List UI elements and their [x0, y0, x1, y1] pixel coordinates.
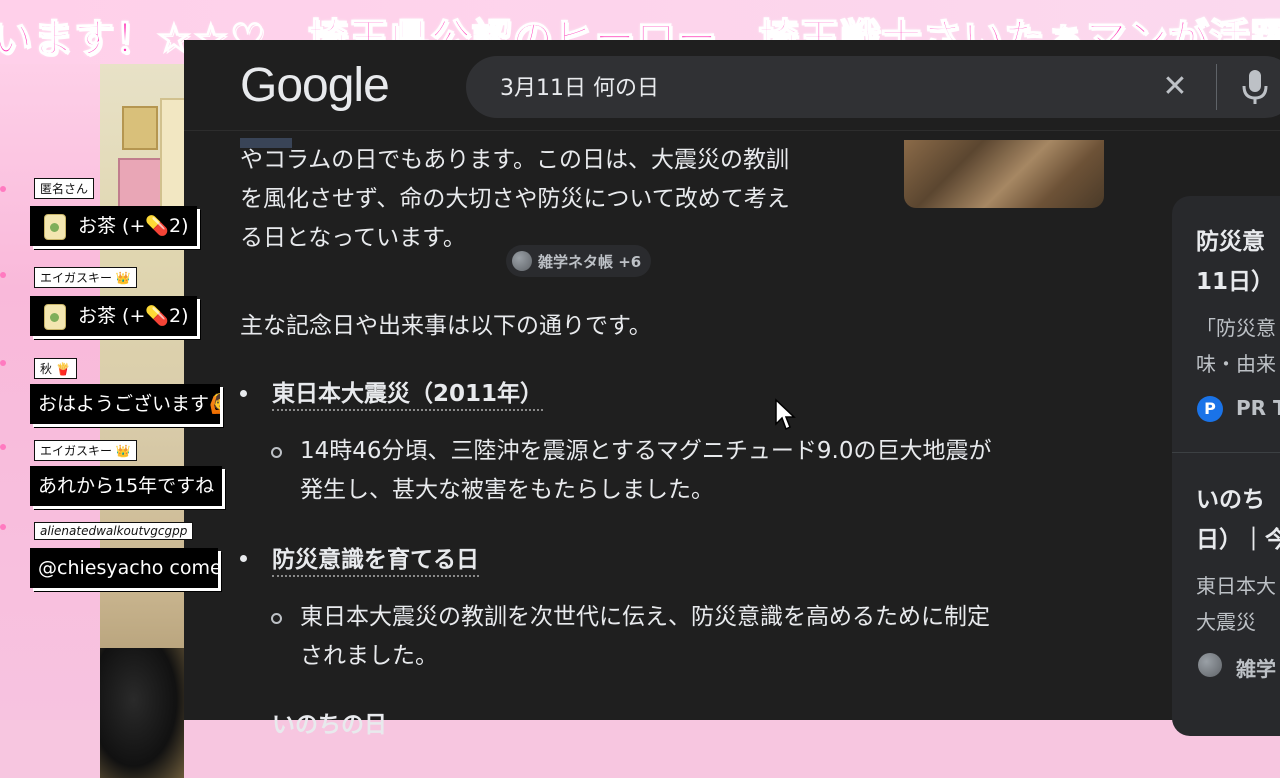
sub-line: 14時46分頃、三陸沖を震源とするマグニチュード9.0の巨大地震が [300, 438, 992, 464]
wall-poster [118, 158, 162, 210]
chat-username: エイガスキー 👑 [34, 267, 137, 288]
result-title[interactable]: 日）｜今 [1196, 520, 1280, 554]
chat-message: おはようございます🙆 [30, 384, 220, 424]
chat-message: あれから15年ですね [30, 466, 223, 506]
globe-icon [1198, 653, 1222, 677]
sub-bullet-text: 14時46分頃、三陸沖を震源とするマグニチュード9.0の巨大地震が 発生し、甚大… [300, 432, 1100, 510]
sub-bullet-icon [271, 447, 282, 458]
result-title[interactable]: いのち [1196, 480, 1265, 514]
chat-message-text: お茶 (+💊2) [78, 215, 189, 237]
wall-poster [160, 98, 186, 222]
google-logo[interactable]: Google [240, 58, 390, 113]
sub-line: されました。 [300, 643, 438, 669]
source-chip[interactable]: 雑学ネタ帳 +6 [506, 245, 652, 277]
paragraph-line: を風化させず、命の大切さや防災について改めて考え [240, 186, 790, 212]
bullet-title[interactable]: 東日本大震災（2011年） [272, 374, 544, 411]
mouse-cursor-icon [775, 398, 796, 431]
close-icon[interactable]: ✕ [1158, 70, 1192, 104]
chat-message: @chiesyacho come [30, 548, 218, 588]
result-source: PR T [1236, 396, 1280, 420]
wall-poster [122, 106, 158, 150]
chat-message-text: お茶 (+💊2) [78, 305, 189, 327]
chat-message: お茶 (+💊2) [30, 206, 197, 246]
mic-icon[interactable] [1240, 68, 1270, 106]
bullet-icon [240, 555, 247, 562]
search-input[interactable]: 3月11日 何の日 [500, 70, 659, 102]
guitar-image [100, 648, 184, 778]
sub-line: 東日本大震災の教訓を次世代に伝え、防災意識を高めるために制定 [300, 604, 990, 630]
result-snippet: 味・由来 [1196, 352, 1276, 376]
bullet-title[interactable]: いのちの日 [272, 705, 387, 740]
intro-text: 主な記念日や出来事は以下の通りです。 [240, 313, 652, 339]
chat-message: お茶 (+💊2) [30, 296, 197, 336]
tea-icon [44, 304, 66, 330]
chat-marker [0, 524, 6, 530]
result-snippet: 「防災意 [1196, 316, 1276, 340]
paragraph-line: やコラムの日でもあります。この日は、大震災の教訓 [240, 147, 790, 173]
result-thumbnail[interactable] [904, 140, 1104, 208]
globe-icon [512, 251, 532, 271]
bullet-icon [240, 390, 247, 397]
answer-paragraph: やコラムの日でもあります。この日は、大震災の教訓 を風化させず、命の大切さや防災… [240, 141, 890, 258]
search-divider [1216, 64, 1217, 110]
bullet-title[interactable]: 防災意識を育てる日 [272, 540, 479, 577]
sub-line: 発生し、甚大な被害をもたらしました。 [300, 477, 714, 503]
header-divider [184, 130, 1280, 131]
chat-username: 匿名さん [34, 178, 95, 199]
chat-marker [0, 444, 6, 450]
result-divider [1172, 452, 1280, 453]
source-chip-label: 雑学ネタ帳 +6 [538, 252, 642, 271]
pr-times-icon: P [1197, 396, 1223, 422]
chat-username: 秋 🍟 [34, 358, 77, 379]
chat-username: alienatedwalkoutvgcgpp [34, 522, 194, 540]
chat-username: エイガスキー 👑 [34, 440, 137, 461]
result-source: 雑学 [1236, 657, 1276, 681]
sub-bullet-icon [271, 613, 282, 624]
tea-icon [44, 214, 66, 240]
result-snippet: 東日本大 [1196, 574, 1276, 598]
chat-marker [0, 186, 6, 192]
sub-bullet-text: 東日本大震災の教訓を次世代に伝え、防災意識を高めるために制定 されました。 [300, 598, 1100, 676]
result-snippet: 大震災 [1196, 610, 1256, 634]
chat-marker [0, 360, 6, 366]
result-title[interactable]: 防災意 [1196, 222, 1265, 256]
result-title[interactable]: 11日） [1196, 262, 1274, 296]
chat-marker [0, 272, 6, 278]
